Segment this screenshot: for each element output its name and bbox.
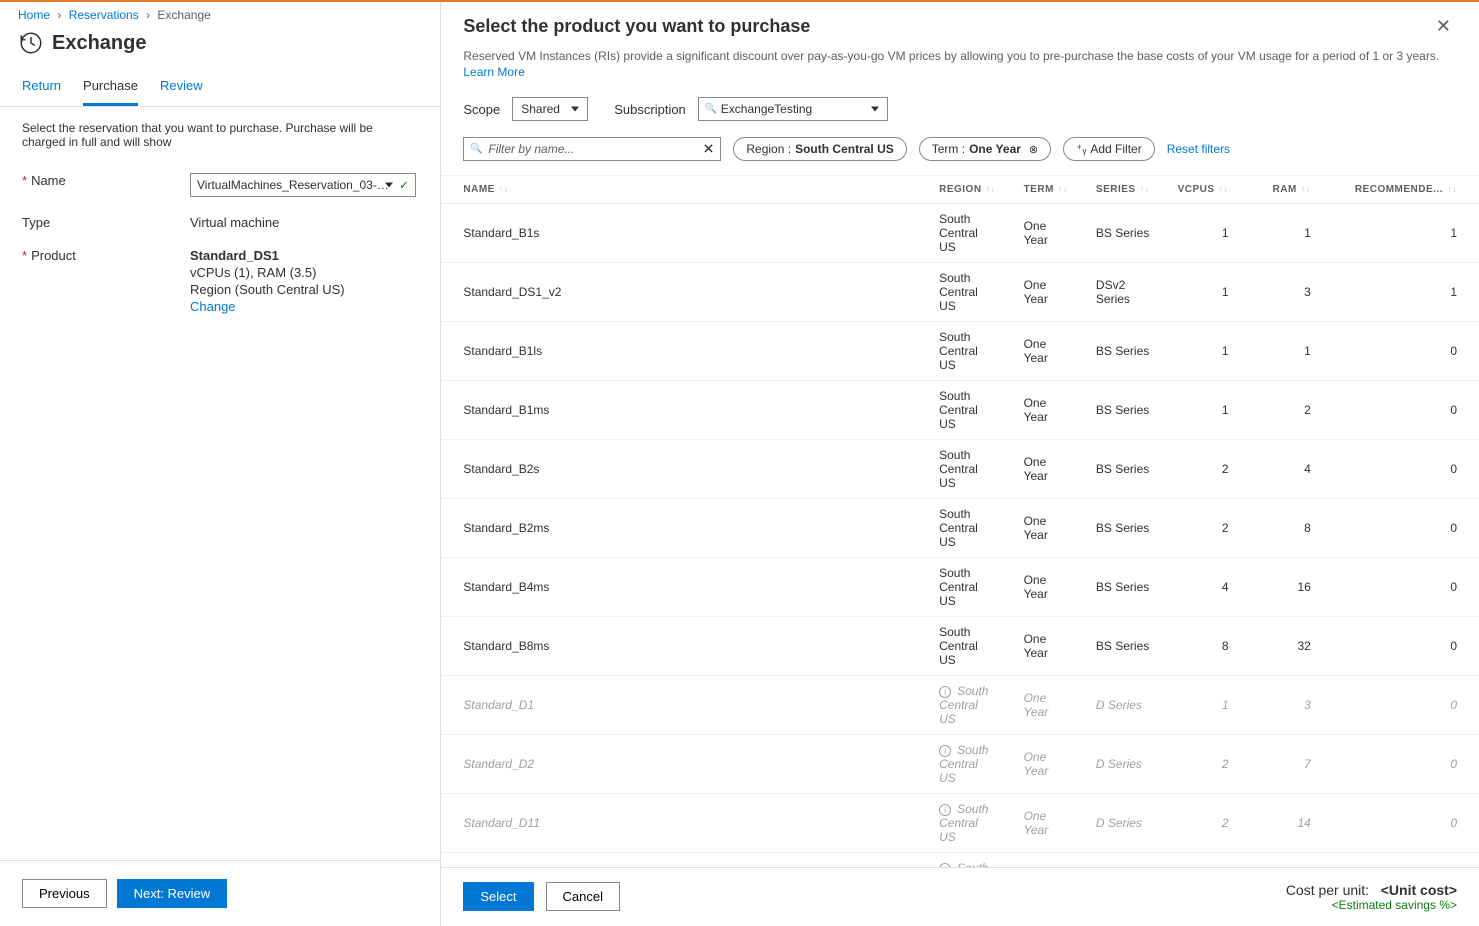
page-title: Exchange [52,32,146,55]
name-label: Name [31,173,66,188]
instruction-text: Select the reservation that you want to … [0,107,440,167]
col-ram[interactable]: RAM↑↓ [1251,176,1333,204]
subscription-select[interactable]: ExchangeTesting [698,97,888,121]
filter-pill-region[interactable]: Region : South Central US [733,137,906,161]
col-term[interactable]: TERM↑↓ [1002,176,1074,204]
panel-description: Reserved VM Instances (RIs) provide a si… [463,49,1439,63]
scope-select[interactable]: Shared [512,97,588,121]
panel-title: Select the product you want to purchase [463,16,810,37]
previous-button[interactable]: Previous [22,879,107,908]
table-row[interactable]: Standard_B8msSouth Central USOne YearBS … [441,617,1479,676]
cost-per-unit-value: <Unit cost> [1381,882,1457,898]
table-row[interactable]: Standard_B2sSouth Central USOne YearBS S… [441,440,1479,499]
table-row[interactable]: Standard_B1sSouth Central USOne YearBS S… [441,204,1479,263]
close-icon[interactable]: ✕ [1430,16,1457,37]
clock-history-icon [18,30,44,56]
left-pane: Home › Reservations › Exchange Exchange … [0,2,441,926]
tab-return[interactable]: Return [22,70,61,106]
right-pane: Select the product you want to purchase … [441,2,1479,926]
col-series[interactable]: SERIES↑↓ [1074,176,1156,204]
table-row[interactable]: Standard_D1iSouth Central USOne YearD Se… [441,676,1479,735]
breadcrumb: Home › Reservations › Exchange [0,2,440,22]
clear-filter-icon[interactable]: ✕ [703,141,715,158]
select-button[interactable]: Select [463,882,533,911]
info-icon: i [939,804,951,816]
product-label: Product [31,248,76,263]
info-icon: i [939,686,951,698]
filter-pill-term[interactable]: Term : One Year ⊗ [919,137,1051,161]
table-row[interactable]: Standard_B4msSouth Central USOne YearBS … [441,558,1479,617]
table-row[interactable]: Standard_B1msSouth Central USOne YearBS … [441,381,1479,440]
remove-term-filter-icon[interactable]: ⊗ [1029,143,1038,156]
col-name[interactable]: NAME↑↓ [441,176,917,204]
table-row[interactable]: Standard_D3iSouth Central USOne YearD Se… [441,853,1479,868]
estimated-savings: <Estimated savings %> [1286,898,1457,912]
table-row[interactable]: Standard_D2iSouth Central USOne YearD Se… [441,735,1479,794]
reset-filters-link[interactable]: Reset filters [1167,142,1230,156]
breadcrumb-home[interactable]: Home [18,8,50,22]
name-select[interactable]: VirtualMachines_Reservation_03-28-2019_1… [190,173,416,197]
add-filter-icon: ⁺ᵧ [1076,142,1086,156]
tab-review[interactable]: Review [160,70,203,106]
type-value: Virtual machine [190,215,279,230]
tab-purchase[interactable]: Purchase [83,70,138,106]
product-name: Standard_DS1 [190,248,418,263]
table-row[interactable]: Standard_B2msSouth Central USOne YearBS … [441,499,1479,558]
next-review-button[interactable]: Next: Review [117,879,228,908]
check-icon: ✓ [399,178,409,192]
col-region[interactable]: REGION↑↓ [917,176,1001,204]
subscription-label: Subscription [614,102,686,117]
add-filter-button[interactable]: ⁺ᵧ Add Filter [1063,137,1155,161]
table-row[interactable]: Standard_DS1_v2South Central USOne YearD… [441,263,1479,322]
cancel-button[interactable]: Cancel [546,882,620,911]
product-spec: vCPUs (1), RAM (3.5) [190,265,418,280]
col-recommended[interactable]: RECOMMENDE...↑↓ [1333,176,1479,204]
product-region: Region (South Central US) [190,282,418,297]
cost-per-unit-label: Cost per unit: [1286,882,1369,898]
scope-label: Scope [463,102,500,117]
table-row[interactable]: Standard_D11iSouth Central USOne YearD S… [441,794,1479,853]
product-table: NAME↑↓ REGION↑↓ TERM↑↓ SERIES↑↓ VCPUS↑↓ … [441,176,1479,867]
learn-more-link[interactable]: Learn More [463,65,524,79]
breadcrumb-reservations[interactable]: Reservations [69,8,139,22]
table-row[interactable]: Standard_B1lsSouth Central USOne YearBS … [441,322,1479,381]
type-label: Type [22,215,50,230]
breadcrumb-current: Exchange [157,8,210,22]
product-change-link[interactable]: Change [190,299,418,314]
col-vcpus[interactable]: VCPUS↑↓ [1156,176,1251,204]
filter-name-input[interactable]: Filter by name... ✕ [463,137,721,161]
info-icon: i [939,745,951,757]
info-icon: i [939,863,951,867]
tabs: Return Purchase Review [0,70,440,107]
